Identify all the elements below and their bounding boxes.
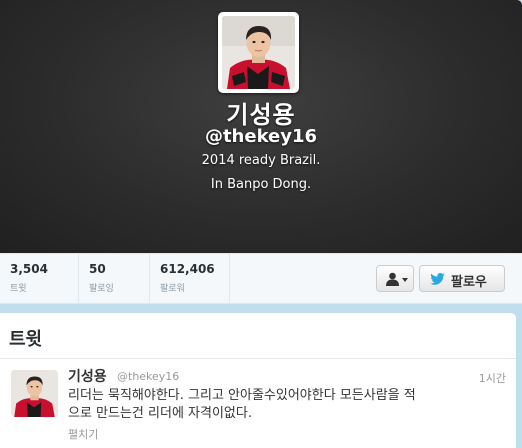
- profile-avatar[interactable]: [218, 12, 299, 93]
- stat-tweets-value: 3,504: [10, 262, 48, 276]
- tweets-section-title: 트윗: [9, 329, 43, 350]
- stat-followers[interactable]: 612,406 팔로워: [150, 254, 230, 304]
- stat-tweets[interactable]: 3,504 트윗: [0, 254, 79, 304]
- stat-followers-label: 팔로워: [160, 284, 185, 294]
- stat-tweets-label: 트윗: [10, 284, 27, 294]
- divider: [0, 358, 516, 359]
- profile-location: In Banpo Dong.: [210, 177, 312, 192]
- tweet-text: 리더는 묵직해야한다. 그리고 안아줄수있어야한다 모든사람을 적 으로 만드는…: [68, 387, 488, 423]
- tweet-timestamp[interactable]: 1시간: [479, 370, 506, 386]
- display-name: 기성용: [226, 101, 296, 129]
- stat-following-label: 팔로잉: [89, 284, 114, 294]
- tweet-author-handle[interactable]: @thekey16: [117, 370, 179, 383]
- profile-header: 기성용 @thekey16 2014 ready Brazil. In Banp…: [0, 0, 522, 253]
- chevron-down-icon: [402, 278, 408, 282]
- tweet-text-line-2: 으로 만드는건 리더에 자격이없다.: [68, 406, 252, 421]
- stat-following[interactable]: 50 팔로잉: [79, 254, 150, 304]
- tweet-text-line-1: 리더는 묵직해야한다. 그리고 안아줄수있어야한다 모든사람을 적: [68, 388, 416, 403]
- tweet-avatar[interactable]: [11, 370, 58, 417]
- user-actions-dropdown[interactable]: [376, 265, 414, 292]
- stat-following-value: 50: [89, 262, 106, 276]
- tweet-avatar-photo: [11, 370, 58, 417]
- screen-name[interactable]: @thekey16: [0, 126, 522, 147]
- twitter-bird-icon: [430, 273, 445, 285]
- avatar-image: [222, 16, 295, 89]
- follow-button[interactable]: 팔로우: [419, 265, 505, 292]
- avatar-photo: [222, 16, 295, 89]
- person-icon: [386, 272, 399, 286]
- follow-button-label: 팔로우: [451, 275, 487, 290]
- tweets-panel: 트윗 기성용 @thekey16 1시간 리더는 묵직해야한다. 그리고 안아줄…: [0, 313, 516, 448]
- stat-followers-value: 612,406: [160, 262, 215, 276]
- profile-bio: 2014 ready Brazil.: [201, 153, 321, 168]
- tweet-author-name[interactable]: 기성용: [68, 366, 107, 386]
- expand-link[interactable]: 펼치기: [68, 426, 98, 442]
